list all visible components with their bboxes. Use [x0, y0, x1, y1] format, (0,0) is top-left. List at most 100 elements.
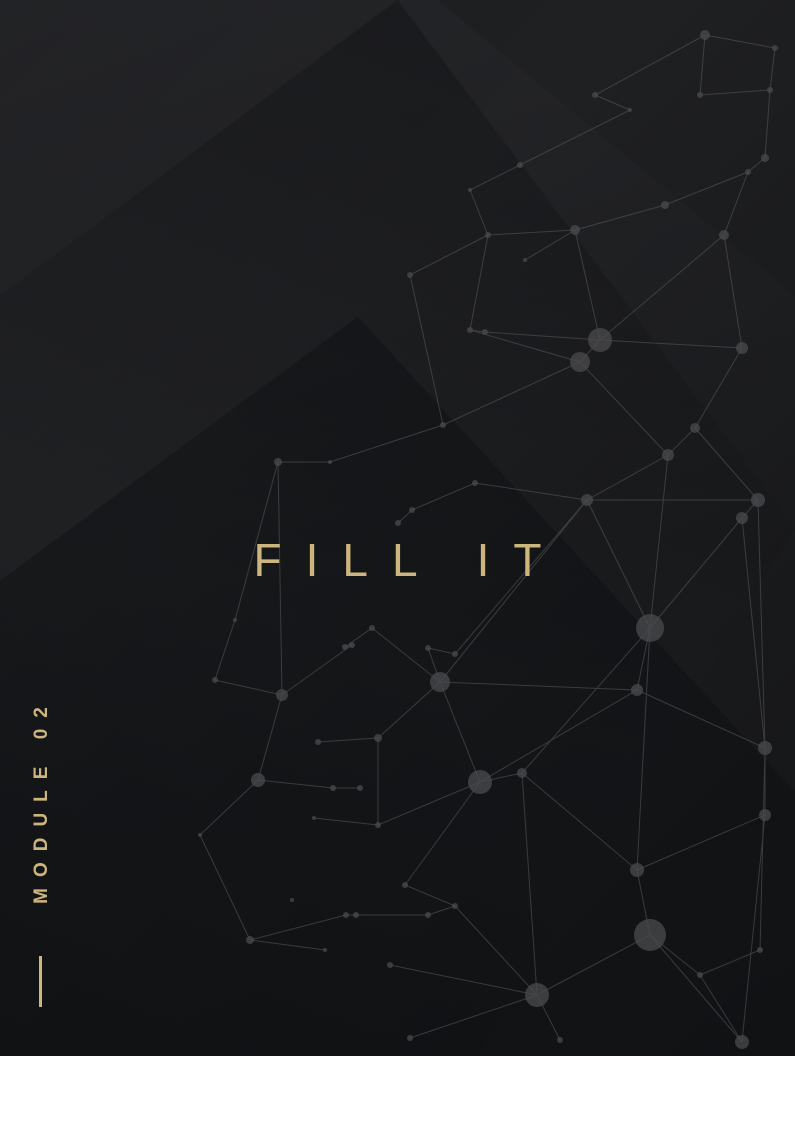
network-node [570, 225, 580, 235]
network-node [425, 912, 431, 918]
network-link [439, 499, 588, 683]
network-link [474, 482, 588, 501]
network-link [694, 347, 743, 429]
network-link [317, 737, 379, 743]
network-node [525, 983, 549, 1007]
network-link [257, 779, 334, 789]
network-link [371, 627, 441, 683]
network-link [313, 817, 379, 826]
network-node [485, 232, 491, 238]
network-link [574, 229, 601, 341]
network-link [214, 619, 236, 681]
network-link [389, 964, 538, 996]
network-link [599, 339, 743, 349]
network-node [745, 169, 751, 175]
network-link [469, 189, 489, 236]
network-node [697, 92, 703, 98]
network-node [198, 833, 202, 837]
network-link [439, 681, 638, 691]
network-link [411, 482, 476, 511]
network-node [452, 651, 458, 657]
network-node [343, 912, 349, 918]
network-link [599, 234, 725, 341]
network-link [521, 627, 651, 774]
network-link [594, 94, 631, 111]
module-divider-line [39, 956, 42, 1007]
network-node [402, 882, 408, 888]
network-node [557, 1037, 563, 1043]
network-link [404, 884, 456, 907]
network-node [353, 912, 359, 918]
network-node [407, 1035, 413, 1041]
network-node [467, 327, 473, 333]
network-node [440, 422, 446, 428]
network-node [349, 642, 355, 648]
network-node [387, 962, 393, 968]
network-link [704, 34, 776, 49]
network-node [315, 739, 321, 745]
network-globe-graphic [198, 30, 778, 1049]
network-link [484, 331, 601, 341]
network-node [570, 352, 590, 372]
network-node [468, 770, 492, 794]
network-node [312, 816, 316, 820]
network-link [469, 164, 521, 191]
network-link [442, 361, 581, 426]
network-node [452, 903, 458, 909]
network-link [636, 627, 651, 871]
network-node [690, 423, 700, 433]
network-node [757, 947, 763, 953]
network-link [281, 644, 353, 696]
network-link [699, 89, 771, 96]
network-node [759, 809, 771, 821]
network-node [357, 785, 363, 791]
network-link [199, 834, 251, 941]
network-link [199, 779, 259, 836]
network-link [409, 994, 538, 1039]
network-node [468, 188, 472, 192]
network-node [395, 520, 401, 526]
network-link [769, 47, 776, 91]
network-node [628, 108, 632, 112]
network-node [736, 512, 748, 524]
network-link [524, 229, 576, 261]
module-label: MODULE 02 [31, 696, 52, 904]
network-link [427, 905, 456, 916]
network-link [699, 974, 743, 1043]
network-node [581, 494, 593, 506]
network-node [517, 768, 527, 778]
network-link [764, 89, 771, 159]
network-node [772, 45, 778, 51]
network-node [407, 272, 413, 278]
network-node [630, 863, 644, 877]
network-node [374, 734, 382, 742]
network-node [323, 948, 327, 952]
network-link [649, 934, 743, 1043]
network-node [592, 92, 598, 98]
network-node [588, 328, 612, 352]
network-node [274, 458, 282, 466]
network-node [751, 493, 765, 507]
network-link [409, 274, 444, 426]
network-link [329, 424, 444, 463]
network-link [521, 772, 638, 871]
network-link [519, 109, 631, 166]
network-node [631, 684, 643, 696]
network-node [767, 87, 773, 93]
network-node [482, 329, 488, 335]
network-link [723, 234, 743, 349]
network-link [636, 689, 766, 749]
network-node [472, 480, 478, 486]
network-link [487, 229, 576, 236]
network-link [694, 427, 759, 501]
network-node [735, 1035, 749, 1049]
cover-title: FILL IT [253, 534, 566, 586]
network-node [409, 507, 415, 513]
network-node [758, 741, 772, 755]
network-node [342, 644, 348, 650]
network-link [536, 934, 651, 996]
network-node [369, 625, 375, 631]
network-link [759, 747, 766, 951]
network-node [634, 919, 666, 951]
network-link [409, 234, 489, 276]
